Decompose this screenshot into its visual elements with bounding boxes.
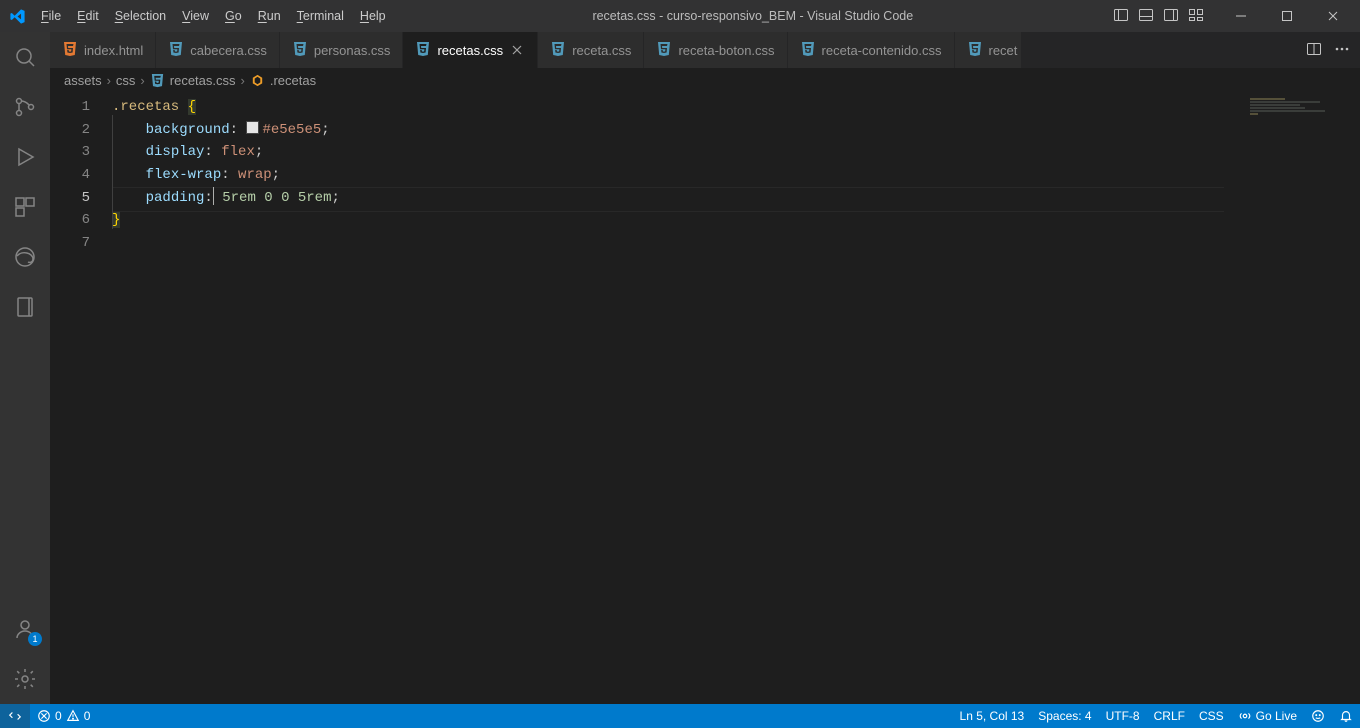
css-file-icon [967,41,983,60]
symbol-class-icon [250,72,265,88]
tab-close-icon[interactable] [509,42,525,58]
breadcrumb[interactable]: assets › css › recetas.css › .recetas [50,68,1360,92]
breadcrumb-item[interactable]: assets [64,73,102,88]
chevron-right-icon: › [107,73,111,88]
window-close-button[interactable] [1310,0,1356,32]
activity-source-control-icon[interactable] [0,82,50,132]
account-badge: 1 [28,632,42,646]
menu-edit[interactable]: Edit [70,4,106,28]
code-editor[interactable]: 1 2 3 4 5 6 7 .recetas { background: #e5… [50,92,1360,704]
status-cursor-pos[interactable]: Ln 5, Col 13 [953,704,1032,728]
activity-edge-icon[interactable] [0,232,50,282]
menu-help[interactable]: Help [353,4,393,28]
minimap[interactable] [1236,92,1346,704]
breadcrumb-item[interactable]: css [116,73,136,88]
status-problems[interactable]: 0 0 [30,704,97,728]
status-go-live[interactable]: Go Live [1231,704,1304,728]
menu-run[interactable]: Run [251,4,288,28]
status-bar: 0 0 Ln 5, Col 13 Spaces: 4 UTF-8 CRLF CS… [0,704,1360,728]
activity-accounts-icon[interactable]: 1 [0,604,50,654]
tab-index-html[interactable]: index.html [50,32,156,68]
menu-bar: File Edit Selection View Go Run Terminal… [34,4,393,28]
activity-settings-icon[interactable] [0,654,50,704]
chevron-right-icon: › [241,73,245,88]
line-numbers: 1 2 3 4 5 6 7 [50,92,112,255]
text-cursor [213,187,214,205]
activity-extensions-icon[interactable] [0,182,50,232]
activity-explorer-icon[interactable] [0,32,50,82]
tab-overflow[interactable]: recet [955,32,1023,68]
css-file-icon [800,41,816,60]
tab-receta-contenido-css[interactable]: receta-contenido.css [788,32,955,68]
tab-label: personas.css [314,43,391,58]
window-title: recetas.css - curso-responsivo_BEM - Vis… [393,9,1113,23]
tab-receta-boton-css[interactable]: receta-boton.css [644,32,787,68]
toggle-primary-sidebar-icon[interactable] [1113,7,1129,26]
tab-personas-css[interactable]: personas.css [280,32,404,68]
split-editor-icon[interactable] [1306,41,1322,60]
editor-scrollbar[interactable] [1346,92,1360,704]
more-actions-icon[interactable] [1334,41,1350,60]
window-maximize-button[interactable] [1264,0,1310,32]
window-minimize-button[interactable] [1218,0,1264,32]
tab-receta-css[interactable]: receta.css [538,32,644,68]
tab-recetas-css[interactable]: recetas.css [403,32,538,68]
css-file-icon [292,41,308,60]
status-eol[interactable]: CRLF [1147,704,1192,728]
menu-file[interactable]: File [34,4,68,28]
tab-label: receta.css [572,43,631,58]
activity-bar: 1 [0,32,50,704]
css-file-icon [150,72,165,88]
status-bell-icon[interactable] [1332,704,1360,728]
toggle-panel-icon[interactable] [1138,7,1154,26]
activity-run-debug-icon[interactable] [0,132,50,182]
tab-label: cabecera.css [190,43,267,58]
code-content[interactable]: .recetas { background: #e5e5e5; display:… [112,92,1224,255]
menu-go[interactable]: Go [218,4,249,28]
status-feedback-icon[interactable] [1304,704,1332,728]
css-file-icon [550,41,566,60]
tab-cabecera-css[interactable]: cabecera.css [156,32,280,68]
status-indentation[interactable]: Spaces: 4 [1031,704,1098,728]
breadcrumb-item[interactable]: .recetas [270,73,316,88]
menu-terminal[interactable]: Terminal [290,4,351,28]
remote-indicator[interactable] [0,704,30,728]
tab-label: recetas.css [437,43,503,58]
layout-controls [1113,7,1204,26]
activity-book-icon[interactable] [0,282,50,332]
tab-label: receta-boton.css [678,43,774,58]
vscode-logo-icon [0,8,34,25]
css-file-icon [168,41,184,60]
tab-label: recet [989,43,1018,58]
menu-selection[interactable]: Selection [108,4,173,28]
menu-view[interactable]: View [175,4,216,28]
status-language[interactable]: CSS [1192,704,1231,728]
tab-label: index.html [84,43,143,58]
color-swatch[interactable] [246,121,259,134]
customize-layout-icon[interactable] [1188,7,1204,26]
editor-tab-bar: index.html cabecera.css personas.css rec… [50,32,1360,68]
toggle-secondary-sidebar-icon[interactable] [1163,7,1179,26]
status-encoding[interactable]: UTF-8 [1099,704,1147,728]
css-file-icon [415,41,431,60]
css-file-icon [656,41,672,60]
breadcrumb-item[interactable]: recetas.css [170,73,236,88]
tab-label: receta-contenido.css [822,43,942,58]
html-file-icon [62,41,78,60]
chevron-right-icon: › [140,73,144,88]
title-bar: File Edit Selection View Go Run Terminal… [0,0,1360,32]
